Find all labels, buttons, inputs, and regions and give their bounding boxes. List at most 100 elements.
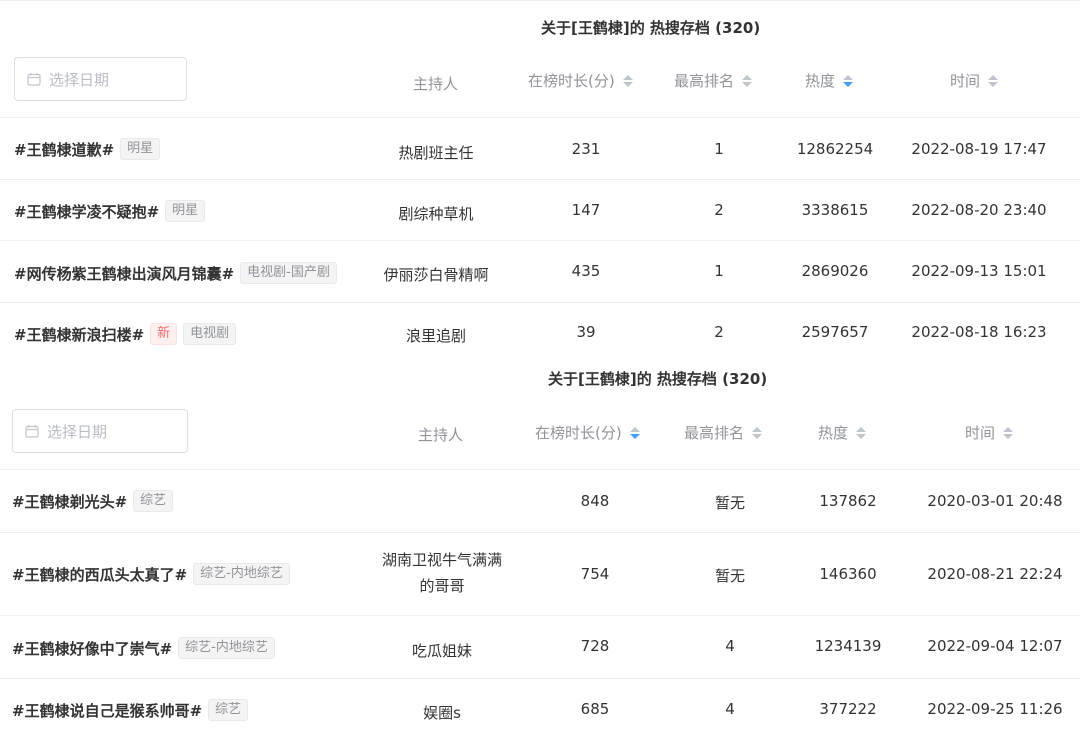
rank-cell: 暂无 xyxy=(714,494,746,512)
category-tag: 综艺-内地综艺 xyxy=(193,563,290,585)
calendar-icon xyxy=(27,73,41,86)
column-header-duration[interactable]: 在榜时长(分) xyxy=(535,422,640,443)
rank-cell: 2 xyxy=(714,323,724,341)
topic-text[interactable]: #王鹤棣新浪扫楼# xyxy=(14,324,144,345)
duration-cell: 685 xyxy=(580,700,610,718)
topic-cell[interactable]: #王鹤棣好像中了崇气# 综艺-内地综艺 xyxy=(12,637,275,659)
rank-cell: 1 xyxy=(714,140,724,158)
topic-cell[interactable]: #王鹤棣学凌不疑抱# 明星 xyxy=(14,200,206,222)
topic-text[interactable]: #王鹤棣的西瓜头太真了# xyxy=(12,564,187,585)
column-header-host: 主持人 xyxy=(413,75,459,93)
column-header-duration[interactable]: 在榜时长(分) xyxy=(528,70,633,91)
sort-icon[interactable] xyxy=(988,74,999,87)
date-picker[interactable]: 选择日期 xyxy=(12,409,188,453)
topic-cell[interactable]: #王鹤棣新浪扫楼# 新 电视剧 xyxy=(14,323,237,345)
topic-text[interactable]: #网传杨紫王鹤棣出演风月锦囊# xyxy=(14,263,234,284)
topic-cell[interactable]: #王鹤棣说自己是猴系帅哥# 综艺 xyxy=(12,699,249,721)
archive-panel-2: 关于[王鹤棣]的 热搜存档 (320) 选择日期 主持人 在榜时长(分) 最高排… xyxy=(0,358,1080,731)
host-cell: 伊丽莎白骨精啊 xyxy=(383,266,489,284)
rank-cell: 1 xyxy=(714,262,724,280)
topic-cell[interactable]: #王鹤棣剃光头# 综艺 xyxy=(12,490,174,512)
date-placeholder: 选择日期 xyxy=(47,422,108,441)
category-tag: 明星 xyxy=(120,138,161,160)
rank-cell: 暂无 xyxy=(714,567,746,585)
calendar-icon xyxy=(25,425,39,438)
duration-cell: 728 xyxy=(580,637,610,655)
sort-icon[interactable] xyxy=(856,426,867,439)
duration-cell: 147 xyxy=(571,201,601,219)
duration-cell: 435 xyxy=(571,262,601,280)
time-cell: 2022-08-19 17:47 xyxy=(911,140,1047,158)
duration-cell: 39 xyxy=(576,323,596,341)
category-tag: 综艺 xyxy=(208,699,249,721)
sort-icon[interactable] xyxy=(622,74,633,87)
duration-cell: 848 xyxy=(580,492,610,510)
topic-text[interactable]: #王鹤棣好像中了崇气# xyxy=(12,638,172,659)
time-cell: 2022-08-20 23:40 xyxy=(911,201,1047,219)
topic-text[interactable]: #王鹤棣剃光头# xyxy=(12,491,127,512)
table-row[interactable]: #王鹤棣道歉# 明星 热剧班主任 231 1 12862254 2022-08-… xyxy=(0,117,1080,179)
heat-cell: 137862 xyxy=(819,492,877,510)
table-row[interactable]: #王鹤棣说自己是猴系帅哥# 综艺 娱圈s 685 4 377222 2022-0… xyxy=(0,678,1080,731)
heat-cell: 3338615 xyxy=(801,201,869,219)
heat-cell: 377222 xyxy=(819,700,877,718)
host-cell: 热剧班主任 xyxy=(398,144,474,162)
host-cell: 湖南卫视牛气满满的哥哥 xyxy=(382,551,503,595)
heat-cell: 146360 xyxy=(819,565,877,583)
column-header-rank[interactable]: 最高排名 xyxy=(674,70,753,91)
heat-cell: 2869026 xyxy=(801,262,869,280)
host-cell: 吃瓜姐妹 xyxy=(411,642,473,660)
sort-icon-active[interactable] xyxy=(843,74,854,87)
topic-text[interactable]: #王鹤棣说自己是猴系帅哥# xyxy=(12,700,202,721)
table-row[interactable]: #王鹤棣好像中了崇气# 综艺-内地综艺 吃瓜姐妹 728 4 1234139 2… xyxy=(0,615,1080,678)
date-picker[interactable]: 选择日期 xyxy=(14,57,187,101)
table-row[interactable]: #王鹤棣学凌不疑抱# 明星 剧综种草机 147 2 3338615 2022-0… xyxy=(0,179,1080,240)
category-tag: 综艺-内地综艺 xyxy=(178,637,275,659)
sort-icon[interactable] xyxy=(742,74,753,87)
heat-cell: 12862254 xyxy=(796,140,874,158)
host-cell: 浪里追剧 xyxy=(405,327,467,345)
column-header-host: 主持人 xyxy=(418,426,464,444)
column-header-heat[interactable]: 热度 xyxy=(818,422,867,443)
duration-cell: 231 xyxy=(571,140,601,158)
category-tag: 电视剧 xyxy=(183,323,237,345)
sort-icon-active[interactable] xyxy=(629,426,640,439)
heat-cell: 2597657 xyxy=(801,323,869,341)
table-row[interactable]: #王鹤棣的西瓜头太真了# 综艺-内地综艺 湖南卫视牛气满满的哥哥 754 暂无 … xyxy=(0,532,1080,615)
time-cell: 2020-08-21 22:24 xyxy=(927,565,1063,583)
column-header-time[interactable]: 时间 xyxy=(950,70,999,91)
sort-icon[interactable] xyxy=(752,426,763,439)
topic-cell[interactable]: #网传杨紫王鹤棣出演风月锦囊# 电视剧-国产剧 xyxy=(14,262,337,284)
category-tag: 明星 xyxy=(165,200,206,222)
panel-title: 关于[王鹤棣]的 热搜存档 (320) xyxy=(541,19,761,37)
time-cell: 2022-08-18 16:23 xyxy=(911,323,1047,341)
topic-text[interactable]: #王鹤棣道歉# xyxy=(14,139,114,160)
time-cell: 2020-03-01 20:48 xyxy=(927,492,1063,510)
column-header-time[interactable]: 时间 xyxy=(965,422,1014,443)
rank-cell: 4 xyxy=(725,700,735,718)
rank-cell: 2 xyxy=(714,201,724,219)
table-row[interactable]: #网传杨紫王鹤棣出演风月锦囊# 电视剧-国产剧 伊丽莎白骨精啊 435 1 28… xyxy=(0,240,1080,302)
column-header-rank[interactable]: 最高排名 xyxy=(684,422,763,443)
table-row[interactable]: #王鹤棣新浪扫楼# 新 电视剧 浪里追剧 39 2 2597657 2022-0… xyxy=(0,302,1080,359)
column-header-heat[interactable]: 热度 xyxy=(805,70,854,91)
panel-title: 关于[王鹤棣]的 热搜存档 (320) xyxy=(548,370,768,388)
heat-cell: 1234139 xyxy=(814,637,882,655)
category-tag: 综艺 xyxy=(133,490,174,512)
sort-icon[interactable] xyxy=(1003,426,1014,439)
date-placeholder: 选择日期 xyxy=(49,70,110,89)
duration-cell: 754 xyxy=(580,565,610,583)
table-row[interactable]: #王鹤棣剃光头# 综艺 848 暂无 137862 2020-03-01 20:… xyxy=(0,469,1080,532)
rank-cell: 4 xyxy=(725,637,735,655)
topic-cell[interactable]: #王鹤棣的西瓜头太真了# 综艺-内地综艺 xyxy=(12,563,290,585)
topic-text[interactable]: #王鹤棣学凌不疑抱# xyxy=(14,201,159,222)
time-cell: 2022-09-13 15:01 xyxy=(911,262,1047,280)
category-tag: 电视剧-国产剧 xyxy=(240,262,337,284)
archive-panel-1: 关于[王鹤棣]的 热搜存档 (320) 选择日期 主持人 在榜时长(分) 最高排… xyxy=(0,0,1080,359)
topic-cell[interactable]: #王鹤棣道歉# 明星 xyxy=(14,138,161,160)
new-tag: 新 xyxy=(150,323,178,345)
host-cell: 娱圈s xyxy=(423,704,461,722)
time-cell: 2022-09-04 12:07 xyxy=(927,637,1063,655)
time-cell: 2022-09-25 11:26 xyxy=(927,700,1063,718)
host-cell: 剧综种草机 xyxy=(398,205,474,223)
